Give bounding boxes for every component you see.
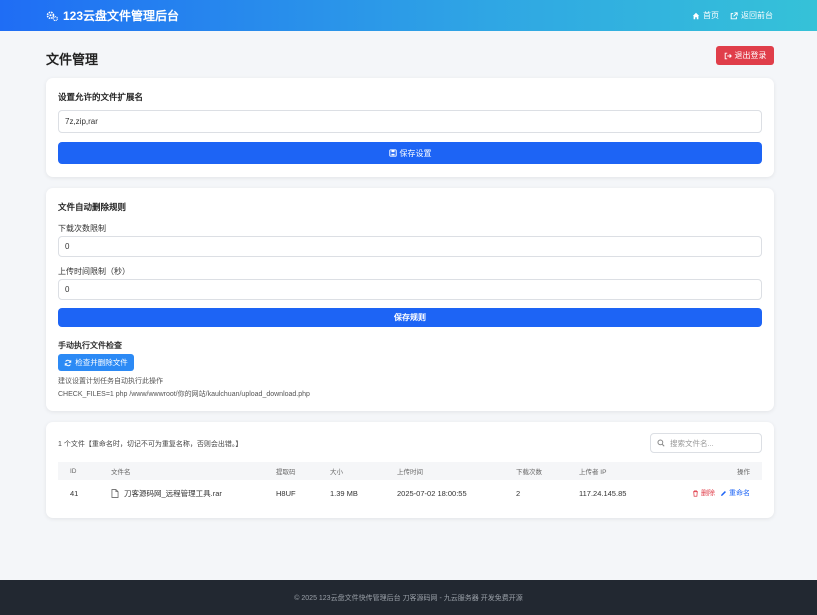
manual-check-label: 手动执行文件检查 (58, 341, 122, 350)
footer-text: © 2025 123云盘文件快传管理后台 刀客源码网 - 九云服务器 开发免费开… (294, 594, 523, 602)
top-navbar: 123云盘文件管理后台 首页 返回前台 (0, 0, 817, 31)
rename-label: 重命名 (729, 490, 750, 497)
nav-link-frontend-label: 返回前台 (741, 11, 773, 20)
save-rules-label: 保存规则 (394, 313, 426, 322)
search-placeholder: 搜索文件名... (670, 438, 714, 448)
home-icon (692, 12, 700, 19)
nav-link-frontend[interactable]: 返回前台 (730, 10, 773, 21)
col-size: 大小 (330, 469, 343, 476)
extensions-card: 设置允许的文件扩展名 7z,zip,rar 保存设置 (46, 78, 774, 177)
table-header: ID 文件名 提取码 大小 上传时间 下载次数 上传者 IP 操作 (58, 462, 762, 480)
external-link-icon (730, 11, 738, 19)
download-limit-input[interactable]: 0 (58, 236, 762, 257)
download-limit-label: 下载次数限制 (58, 224, 106, 233)
rules-card: 文件自动删除规则 下载次数限制 0 上传时间限制（秒） 0 保存规则 手动执行文… (46, 188, 774, 411)
pencil-icon (721, 490, 726, 496)
col-id: ID (70, 467, 77, 475)
rules-title: 文件自动删除规则 (58, 202, 127, 212)
sync-icon (65, 359, 72, 366)
cell-code: H8UF (276, 488, 296, 498)
time-limit-label: 上传时间限制（秒） (58, 267, 130, 276)
sign-out-icon (724, 52, 732, 59)
files-card: 1 个文件【重命名时，切记不可为重复名称，否则会出错。】 搜索文件名... ID… (46, 422, 774, 518)
save-rules-button[interactable]: 保存规则 (58, 308, 762, 327)
col-filename: 文件名 (111, 469, 131, 476)
brand[interactable]: 123云盘文件管理后台 (46, 7, 179, 24)
delete-button[interactable]: 删除 (692, 488, 715, 498)
save-settings-button[interactable]: 保存设置 (58, 142, 762, 164)
file-icon (111, 488, 119, 498)
cell-filename[interactable]: 刀客源码网_远程管理工具.rar (111, 483, 222, 503)
save-icon (388, 149, 397, 157)
page-title: 文件管理 (46, 52, 99, 67)
cron-command: CHECK_FILES=1 php /www/wwwroot/你的网站/kaul… (58, 391, 310, 398)
time-limit-input[interactable]: 0 (58, 279, 762, 300)
cell-upload-time: 2025-07-02 18:00:55 (397, 488, 467, 498)
cell-downloads: 2 (516, 488, 521, 498)
col-actions: 操作 (737, 469, 750, 476)
cell-id: 41 (70, 488, 79, 498)
nav-link-home-label: 首页 (703, 11, 719, 20)
brand-title: 123云盘文件管理后台 (63, 9, 180, 23)
cogs-icon (46, 10, 58, 21)
extensions-input[interactable]: 7z,zip,rar (58, 110, 762, 133)
extensions-title: 设置允许的文件扩展名 (58, 92, 144, 102)
row-actions: 删除 重命名 (692, 483, 750, 503)
cell-ip: 117.24.145.85 (579, 488, 627, 498)
check-delete-label: 检查并删除文件 (75, 358, 128, 367)
file-count-text: 1 个文件【重命名时，切记不可为重复名称，否则会出错。】 (58, 441, 243, 448)
save-settings-label: 保存设置 (399, 148, 432, 158)
delete-label: 删除 (701, 490, 715, 497)
col-ip: 上传者 IP (579, 469, 607, 476)
cron-hint: 建议设置计划任务自动执行此操作 (58, 378, 163, 385)
trash-icon (693, 489, 698, 497)
logout-label: 退出登录 (734, 51, 767, 60)
col-downloads: 下载次数 (516, 469, 542, 476)
footer: © 2025 123云盘文件快传管理后台 刀客源码网 - 九云服务器 开发免费开… (0, 580, 817, 615)
col-upload-time: 上传时间 (397, 469, 423, 476)
search-input[interactable]: 搜索文件名... (650, 433, 762, 453)
cell-filename-text: 刀客源码网_远程管理工具.rar (124, 488, 222, 498)
nav-link-home[interactable]: 首页 (692, 10, 719, 21)
check-delete-button[interactable]: 检查并删除文件 (58, 354, 134, 371)
cell-size: 1.39 MB (330, 488, 358, 498)
col-code: 提取码 (276, 469, 296, 476)
nav-links: 首页 返回前台 (692, 10, 773, 21)
search-icon (657, 439, 665, 447)
rename-button[interactable]: 重命名 (720, 488, 750, 498)
table-row: 41 刀客源码网_远程管理工具.rar H8UF 1.39 MB 2025-07… (58, 483, 762, 503)
logout-button[interactable]: 退出登录 (716, 46, 774, 65)
